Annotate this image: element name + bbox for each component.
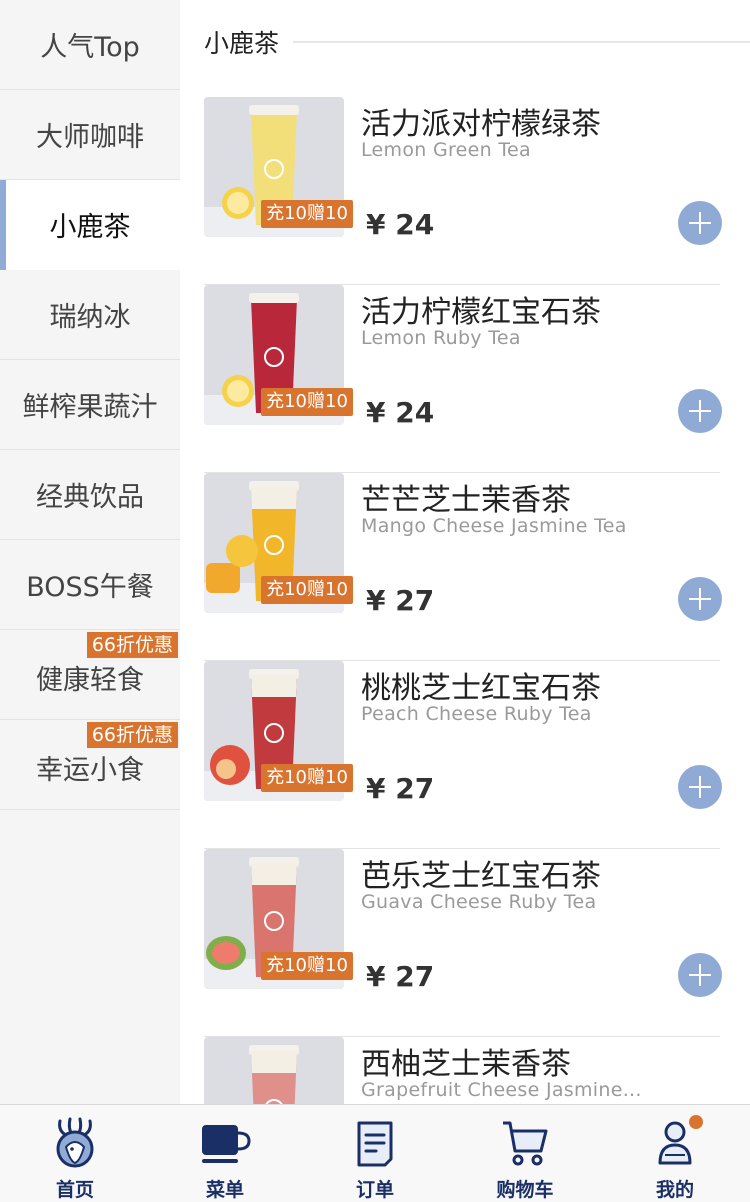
cup-lid [249, 293, 299, 303]
category-jiankang-qingshi[interactable]: 66折优惠 健康轻食 [0, 630, 180, 720]
product-card[interactable]: 充10赠10 芒芒芝士茉香茶 Mango Cheese Jasmine Tea … [204, 473, 722, 661]
cheese-foam [251, 675, 297, 697]
product-english-name: Lemon Green Tea [361, 139, 531, 161]
bottom-tab-bar: 首页 菜单 订单 购物车 我的 [0, 1104, 750, 1202]
promo-badge: 充10赠10 [261, 764, 353, 792]
cup-lid [249, 105, 299, 115]
profile-icon [657, 1115, 703, 1169]
product-card[interactable]: 充10赠10 桃桃芝士红宝石茶 Peach Cheese Ruby Tea ¥ … [204, 661, 722, 849]
product-name: 桃桃芝士红宝石茶 [361, 671, 601, 706]
product-image[interactable] [204, 1037, 344, 1104]
category-label: 经典饮品 [36, 482, 144, 513]
drink-illustration [204, 1037, 344, 1104]
deer-logo-icon [52, 1117, 98, 1169]
product-card[interactable]: 充10赠10 芭乐芝士红宝石茶 Guava Cheese Ruby Tea ¥ … [204, 849, 722, 1037]
product-name: 活力派对柠檬绿茶 [361, 107, 601, 142]
lemon-slice [227, 192, 249, 214]
product-name: 芭乐芝士红宝石茶 [361, 859, 601, 894]
tab-orders[interactable]: 订单 [300, 1105, 450, 1202]
promo-badge: 充10赠10 [261, 200, 353, 228]
tab-label: 我的 [655, 1179, 694, 1201]
category-label: 鲜榨果蔬汁 [22, 392, 158, 423]
category-label: 幸运小食 [36, 755, 144, 786]
add-to-cart-button[interactable] [678, 201, 722, 245]
product-price: ¥ 24 [366, 208, 435, 241]
add-to-cart-button[interactable] [678, 577, 722, 621]
coffee-cup-icon [199, 1117, 251, 1169]
category-label: 健康轻食 [36, 665, 144, 696]
section-header: 小鹿茶 [204, 22, 750, 62]
category-renqi-top[interactable]: 人气Top [0, 0, 180, 90]
category-boss-wucan[interactable]: BOSS午餐 [0, 540, 180, 630]
category-label: 小鹿茶 [49, 212, 131, 243]
promo-badge: 充10赠10 [261, 388, 353, 416]
category-dashi-kafei[interactable]: 大师咖啡 [0, 90, 180, 180]
mango-fruit [206, 563, 240, 593]
category-label: 人气Top [40, 32, 140, 63]
category-sidebar: 人气Top 大师咖啡 小鹿茶 瑞纳冰 鲜榨果蔬汁 经典饮品 BOSS午餐 66折… [0, 0, 180, 1104]
tab-label: 菜单 [205, 1179, 244, 1201]
product-list: 小鹿茶 充10赠10 活力派对柠檬绿茶 Lemon Green Tea ¥ 24… [180, 0, 750, 1104]
product-name: 西柚芝士茉香茶 [361, 1047, 571, 1082]
product-english-name: Peach Cheese Ruby Tea [361, 703, 592, 725]
product-price: ¥ 27 [366, 772, 435, 805]
category-label: BOSS午餐 [26, 572, 154, 603]
cheese-foam [251, 1051, 297, 1073]
tab-label: 首页 [55, 1179, 94, 1201]
product-price: ¥ 27 [366, 584, 435, 617]
discount-badge: 66折优惠 [86, 722, 178, 748]
product-price: ¥ 27 [366, 960, 435, 993]
product-price: ¥ 24 [366, 396, 435, 429]
product-english-name: Mango Cheese Jasmine Tea [361, 515, 627, 537]
category-label: 大师咖啡 [36, 122, 144, 153]
product-english-name: Lemon Ruby Tea [361, 327, 521, 349]
add-to-cart-button[interactable] [678, 953, 722, 997]
tab-cart[interactable]: 购物车 [450, 1105, 600, 1202]
category-xianzha-guoshuzhi[interactable]: 鲜榨果蔬汁 [0, 360, 180, 450]
category-xingyun-xiaoshi[interactable]: 66折优惠 幸运小食 [0, 720, 180, 810]
section-title: 小鹿茶 [204, 29, 280, 58]
section-divider [293, 41, 750, 43]
tab-menu[interactable]: 菜单 [150, 1105, 300, 1202]
product-card[interactable]: 充10赠10 活力柠檬红宝石茶 Lemon Ruby Tea ¥ 24 [204, 285, 722, 473]
category-ruinabing[interactable]: 瑞纳冰 [0, 270, 180, 360]
category-jingdian-yinpin[interactable]: 经典饮品 [0, 450, 180, 540]
tab-profile[interactable]: 我的 [600, 1105, 750, 1202]
product-card[interactable]: 西柚芝士茉香茶 Grapefruit Cheese Jasmine... [204, 1037, 720, 1104]
product-english-name: Guava Cheese Ruby Tea [361, 891, 597, 913]
product-card[interactable]: 充10赠10 活力派对柠檬绿茶 Lemon Green Tea ¥ 24 [204, 97, 722, 285]
lemon-slice [227, 380, 249, 402]
guava-flesh [212, 942, 240, 964]
add-to-cart-button[interactable] [678, 765, 722, 809]
category-xiaolucha[interactable]: 小鹿茶 [0, 180, 180, 270]
peach-slice [216, 759, 236, 779]
tab-label: 购物车 [496, 1179, 554, 1201]
order-list-icon [355, 1117, 395, 1169]
discount-badge: 66折优惠 [86, 632, 178, 658]
promo-badge: 充10赠10 [261, 952, 353, 980]
tab-label: 订单 [355, 1179, 394, 1201]
product-english-name: Grapefruit Cheese Jasmine... [361, 1079, 642, 1101]
mango-whole [226, 535, 258, 567]
product-name: 芒芒芝士茉香茶 [361, 483, 571, 518]
promo-badge: 充10赠10 [261, 576, 353, 604]
product-name: 活力柠檬红宝石茶 [361, 295, 601, 330]
cheese-foam [251, 487, 297, 509]
notification-dot [689, 1115, 703, 1129]
category-label: 瑞纳冰 [49, 302, 131, 333]
cheese-foam [251, 863, 297, 885]
cart-icon [501, 1117, 549, 1169]
add-to-cart-button[interactable] [678, 389, 722, 433]
tab-home[interactable]: 首页 [0, 1105, 150, 1202]
